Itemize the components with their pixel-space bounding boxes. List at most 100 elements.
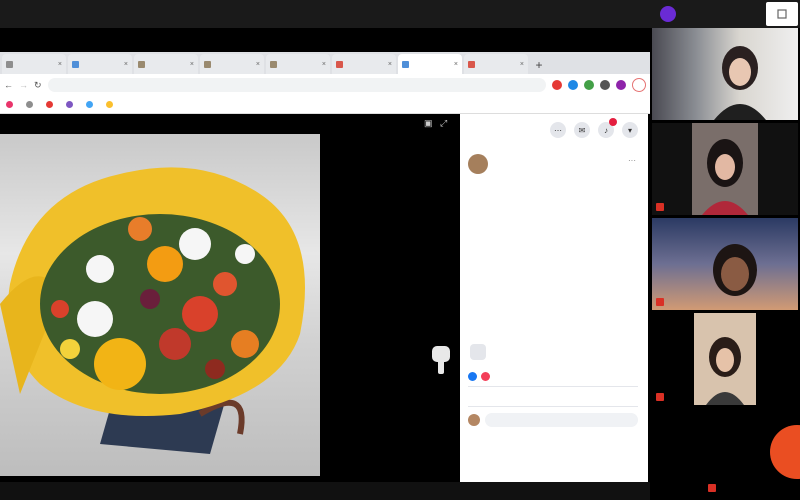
tab-close-icon[interactable]: × bbox=[322, 61, 326, 68]
participant-tile[interactable] bbox=[652, 313, 798, 405]
extension-icon[interactable] bbox=[616, 80, 626, 90]
participant-video bbox=[714, 46, 766, 120]
bookmark-item[interactable] bbox=[66, 101, 76, 108]
tab-strip: × × × × × × × × + bbox=[0, 52, 650, 74]
bookmark-favicon-icon bbox=[46, 101, 53, 108]
post-author bbox=[468, 154, 640, 174]
back-icon[interactable]: ← bbox=[4, 80, 13, 90]
participant-name-tag bbox=[656, 393, 667, 401]
bookmark-favicon-icon bbox=[86, 101, 93, 108]
bookmark-item[interactable] bbox=[46, 101, 56, 108]
bookmark-item[interactable] bbox=[86, 101, 96, 108]
tab-favicon-icon bbox=[468, 60, 475, 68]
bookmark-favicon-icon bbox=[106, 101, 113, 108]
self-name-tag bbox=[708, 484, 720, 492]
notifications-icon[interactable]: ♪ bbox=[598, 118, 617, 138]
tab-close-icon[interactable]: × bbox=[454, 61, 458, 68]
divider bbox=[468, 406, 638, 407]
participant-tile[interactable] bbox=[652, 28, 798, 120]
hand-cursor-icon bbox=[432, 346, 450, 374]
bookmark-item[interactable] bbox=[6, 101, 16, 108]
tab-favicon-icon bbox=[138, 60, 145, 68]
comment-input[interactable] bbox=[485, 413, 638, 427]
url-field[interactable] bbox=[47, 78, 546, 92]
update-button[interactable] bbox=[632, 78, 646, 92]
extension-icon[interactable] bbox=[552, 80, 562, 90]
tab-close-icon[interactable]: × bbox=[388, 61, 392, 68]
browser-tab[interactable]: × bbox=[398, 54, 462, 74]
browser-tab[interactable]: × bbox=[200, 54, 264, 74]
presenter-avatar bbox=[660, 6, 676, 22]
post-options-icon[interactable]: ··· bbox=[628, 156, 636, 165]
tab-favicon-icon bbox=[6, 60, 13, 68]
bouquet-photo[interactable] bbox=[0, 134, 320, 476]
reload-icon[interactable]: ↻ bbox=[34, 80, 42, 91]
forward-icon[interactable]: → bbox=[19, 80, 28, 90]
author-avatar[interactable] bbox=[468, 154, 488, 174]
shared-browser-window: × × × × × × × × + ← → ↻ ▣ ⤢ ⋯ ✉ ♪ ▾ ··· bbox=[0, 52, 650, 482]
share-button[interactable] bbox=[470, 344, 486, 360]
like-icon bbox=[468, 372, 477, 381]
muted-mic-icon bbox=[656, 203, 664, 211]
post-panel: ⋯ ✉ ♪ ▾ ··· bbox=[460, 114, 648, 482]
pin-icon bbox=[777, 9, 787, 19]
viewer-toolbar: ▣ ⤢ bbox=[424, 118, 450, 128]
bookmarks-bar bbox=[0, 96, 650, 114]
tag-icon[interactable]: ▣ bbox=[424, 118, 434, 128]
messenger-icon[interactable]: ✉ bbox=[574, 122, 590, 138]
tab-favicon-icon bbox=[72, 60, 79, 68]
muted-mic-icon bbox=[656, 298, 664, 306]
bookmark-item[interactable] bbox=[26, 101, 36, 108]
tab-favicon-icon bbox=[270, 60, 277, 68]
tab-favicon-icon bbox=[402, 60, 409, 68]
tab-close-icon[interactable]: × bbox=[520, 61, 524, 68]
account-icon[interactable]: ▾ bbox=[622, 122, 638, 138]
post-header-icons: ⋯ ✉ ♪ ▾ bbox=[550, 118, 638, 138]
reactions-bar bbox=[468, 372, 638, 381]
fullscreen-icon[interactable]: ⤢ bbox=[440, 118, 450, 128]
address-bar: ← → ↻ bbox=[0, 74, 650, 96]
divider bbox=[468, 386, 638, 387]
participant-tile[interactable] bbox=[652, 123, 798, 215]
participant-tile[interactable] bbox=[652, 218, 798, 310]
extension-icon[interactable] bbox=[600, 80, 610, 90]
bookmark-item[interactable] bbox=[106, 101, 116, 108]
extension-icon[interactable] bbox=[568, 80, 578, 90]
muted-mic-icon bbox=[656, 393, 664, 401]
browser-tab[interactable]: × bbox=[134, 54, 198, 74]
tab-close-icon[interactable]: × bbox=[190, 61, 194, 68]
extension-icon[interactable] bbox=[584, 80, 594, 90]
commenter-avatar bbox=[468, 414, 480, 426]
tab-close-icon[interactable]: × bbox=[256, 61, 260, 68]
browser-tab[interactable]: × bbox=[332, 54, 396, 74]
participant-video bbox=[694, 313, 756, 405]
browser-tab[interactable]: × bbox=[266, 54, 330, 74]
muted-mic-icon bbox=[708, 484, 716, 492]
love-icon bbox=[481, 372, 490, 381]
presenter-badge[interactable] bbox=[660, 3, 760, 25]
layout-button[interactable] bbox=[766, 2, 798, 26]
tab-close-icon[interactable]: × bbox=[58, 61, 62, 68]
screen: × × × × × × × × + ← → ↻ ▣ ⤢ ⋯ ✉ ♪ ▾ ··· bbox=[0, 0, 800, 500]
participant-name-tag bbox=[656, 298, 667, 306]
bookmark-favicon-icon bbox=[26, 101, 33, 108]
bookmark-favicon-icon bbox=[66, 101, 73, 108]
tab-favicon-icon bbox=[336, 60, 343, 68]
participant-video bbox=[713, 244, 757, 296]
bottom-strip bbox=[0, 482, 650, 500]
photo-viewer: ▣ ⤢ bbox=[0, 114, 460, 482]
menu-icon[interactable]: ⋯ bbox=[550, 122, 566, 138]
browser-tab[interactable]: × bbox=[68, 54, 132, 74]
tab-favicon-icon bbox=[204, 60, 211, 68]
participants-panel bbox=[650, 28, 800, 500]
participant-video bbox=[692, 123, 758, 215]
participant-name-tag bbox=[656, 203, 667, 211]
browser-tab[interactable]: × bbox=[2, 54, 66, 74]
bookmark-favicon-icon bbox=[6, 101, 13, 108]
comment-composer bbox=[468, 412, 638, 428]
tab-close-icon[interactable]: × bbox=[124, 61, 128, 68]
meeting-top-bar bbox=[0, 0, 800, 28]
browser-tab[interactable]: × bbox=[464, 54, 528, 74]
new-tab-button[interactable]: + bbox=[530, 56, 548, 74]
notification-badge bbox=[609, 118, 617, 126]
